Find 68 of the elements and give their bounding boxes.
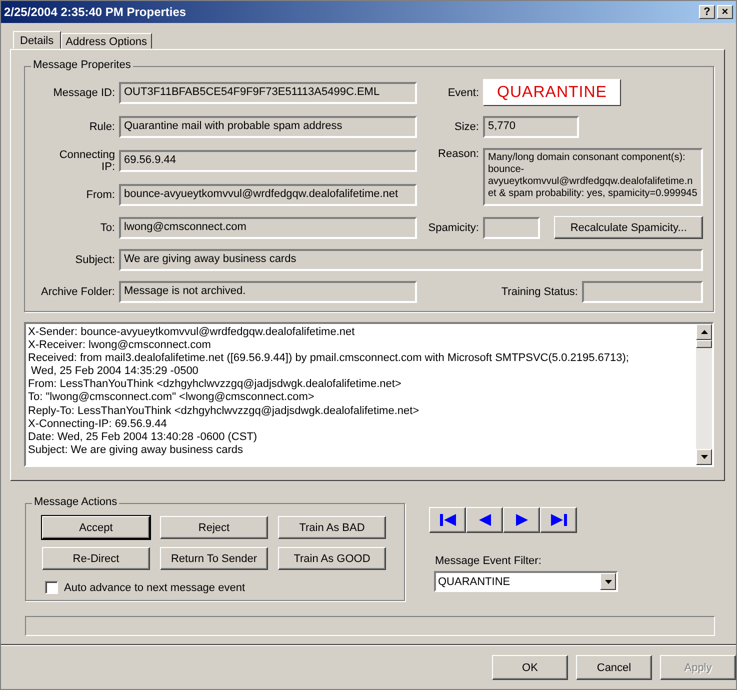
scrollbar[interactable] xyxy=(696,324,712,465)
last-button[interactable] xyxy=(540,507,577,533)
field-label: Message ID: xyxy=(53,86,115,98)
group-title: Message Properites xyxy=(31,59,133,71)
text-field[interactable]: lwong@cmsconnect.com xyxy=(119,216,417,238)
previous-button[interactable] xyxy=(466,507,503,533)
action-button[interactable]: Reject xyxy=(160,516,268,539)
close-button[interactable]: × xyxy=(717,5,733,19)
text-field[interactable]: OUT3F11BFAB5CE54F9F9F73E51113A5499C.EML xyxy=(119,82,417,104)
header-line: To: "lwong@cmsconnect.com" <lwong@cmsconnect.com> xyxy=(28,391,316,405)
text-field[interactable]: 69.56.9.44 xyxy=(119,150,417,172)
header-line: Wed, 25 Feb 2004 14:35:29 -0500 xyxy=(30,365,200,378)
header-line: From: LessThanYouThink <dzhgyhclwvzzgq@jadjsdwgk.dealofalifetime.net> xyxy=(28,378,402,392)
right-arrow-icon xyxy=(516,514,528,526)
text-field[interactable]: We are giving away business cards xyxy=(119,249,703,271)
dropdown-arrow-icon xyxy=(604,580,612,584)
tab[interactable]: Details xyxy=(13,31,61,49)
dialog-button[interactable]: Cancel xyxy=(576,655,652,680)
window-title: 2/25/2004 2:35:40 PM Properties xyxy=(4,5,188,19)
field-label: Reason: xyxy=(438,148,479,160)
field-label: Archive Folder: xyxy=(41,286,115,298)
text-field[interactable]: Many/long domain consonant component(s): bounce-avyueytkomvvul@wrdfedgqw.dealofalifetime.net & spam probability: yes, spamicity=0.999945 xyxy=(483,148,703,206)
action-button[interactable]: Re-Direct xyxy=(42,547,150,570)
recalculate-button[interactable]: Recalculate Spamicity... xyxy=(554,216,703,239)
filter-label: Message Event Filter: xyxy=(435,555,542,567)
field-label: Event: xyxy=(448,86,479,98)
field-label: Connecting IP: xyxy=(58,148,115,172)
field-label: From: xyxy=(86,188,115,200)
first-button[interactable] xyxy=(429,507,466,533)
action-button[interactable]: Accept xyxy=(42,516,150,539)
header-line: X-Receiver: lwong@cmsconnect.com xyxy=(28,339,212,352)
header-line: Date: Wed, 25 Feb 2004 13:40:28 -0600 (CST) xyxy=(28,430,258,444)
skip-first-icon xyxy=(440,514,456,526)
text-field[interactable]: bounce-avyueytkomvvul@wrdfedgqw.dealofalifetime.net xyxy=(119,184,417,206)
field-label: Training Status: xyxy=(501,286,578,298)
group-title: Message Actions xyxy=(32,496,120,508)
text-field[interactable] xyxy=(483,216,540,238)
tab[interactable]: Address Options xyxy=(60,33,152,49)
header-line: X-Sender: bounce-avyueytkomvvul@wrdfedgqw.dealofalifetime.net xyxy=(28,326,356,340)
action-button[interactable]: Train As GOOD xyxy=(278,547,386,570)
field-label: Subject: xyxy=(75,254,115,266)
next-button[interactable] xyxy=(503,507,540,533)
field-label: Size: xyxy=(454,121,479,133)
event-status: QUARANTINE xyxy=(483,79,621,106)
text-field[interactable] xyxy=(582,281,703,303)
header-line: X-Connecting-IP: 69.56.9.44 xyxy=(28,418,168,431)
checkbox-label: Auto advance to next message event xyxy=(64,582,246,594)
field-label: Rule: xyxy=(89,121,115,133)
action-button[interactable]: Return To Sender xyxy=(160,547,268,570)
header-line: Received: from mail3.dealofalifetime.net ([69.56.9.44]) by pmail.cmsconnect.com with Microsoft SMTPSVC(5.0.2195.6713); xyxy=(28,352,630,366)
down-arrow-icon xyxy=(700,455,708,459)
text-field[interactable]: 5,770 xyxy=(483,116,579,138)
left-arrow-icon xyxy=(478,514,490,526)
message-headers-text[interactable] xyxy=(26,324,696,465)
text-field[interactable]: Quarantine mail with probable spam address xyxy=(119,116,417,138)
dialog-button[interactable]: OK xyxy=(492,655,568,680)
up-arrow-icon xyxy=(700,330,708,334)
checkbox[interactable] xyxy=(45,581,58,594)
help-button[interactable]: ? xyxy=(699,5,715,19)
field-label: To: xyxy=(100,222,115,234)
header-line: Reply-To: LessThanYouThink <dzhgyhclwvzzgq@jadjsdwgk.dealofalifetime.net> xyxy=(28,404,420,418)
field-label: Spamicity: xyxy=(428,222,479,234)
scroll-thumb[interactable] xyxy=(696,340,712,348)
skip-last-icon xyxy=(550,514,566,526)
header-line: Subject: We are giving away business cards xyxy=(28,444,244,457)
event-filter-dropdown[interactable]: QUARANTINE xyxy=(434,571,618,592)
action-button[interactable]: Train As BAD xyxy=(278,516,386,539)
text-field[interactable]: Message is not archived. xyxy=(119,281,417,303)
